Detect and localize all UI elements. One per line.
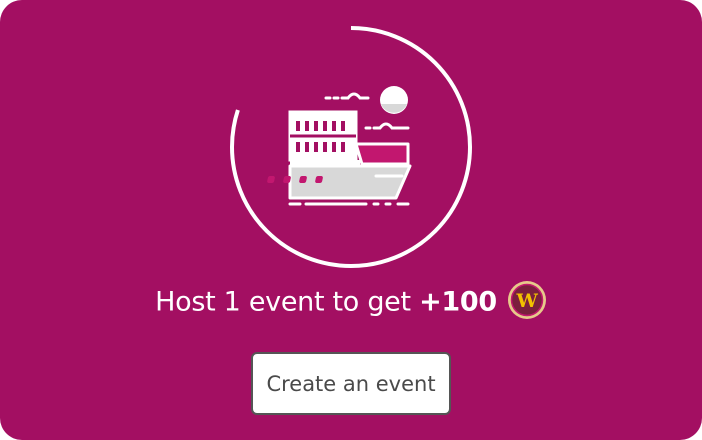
promo-text: Host 1 event to get +100 W [0, 281, 702, 320]
host-event-card: Host 1 event to get +100 W Create an eve… [0, 0, 702, 440]
create-event-button[interactable]: Create an event [251, 352, 451, 415]
cruise-ship-icon [267, 86, 412, 206]
promo-label: Host 1 event to get [155, 286, 411, 318]
reward-amount: +100 [419, 286, 497, 318]
w-coin-icon: W [507, 281, 546, 319]
coin-letter: W [515, 290, 538, 312]
progress-ring [226, 22, 476, 272]
